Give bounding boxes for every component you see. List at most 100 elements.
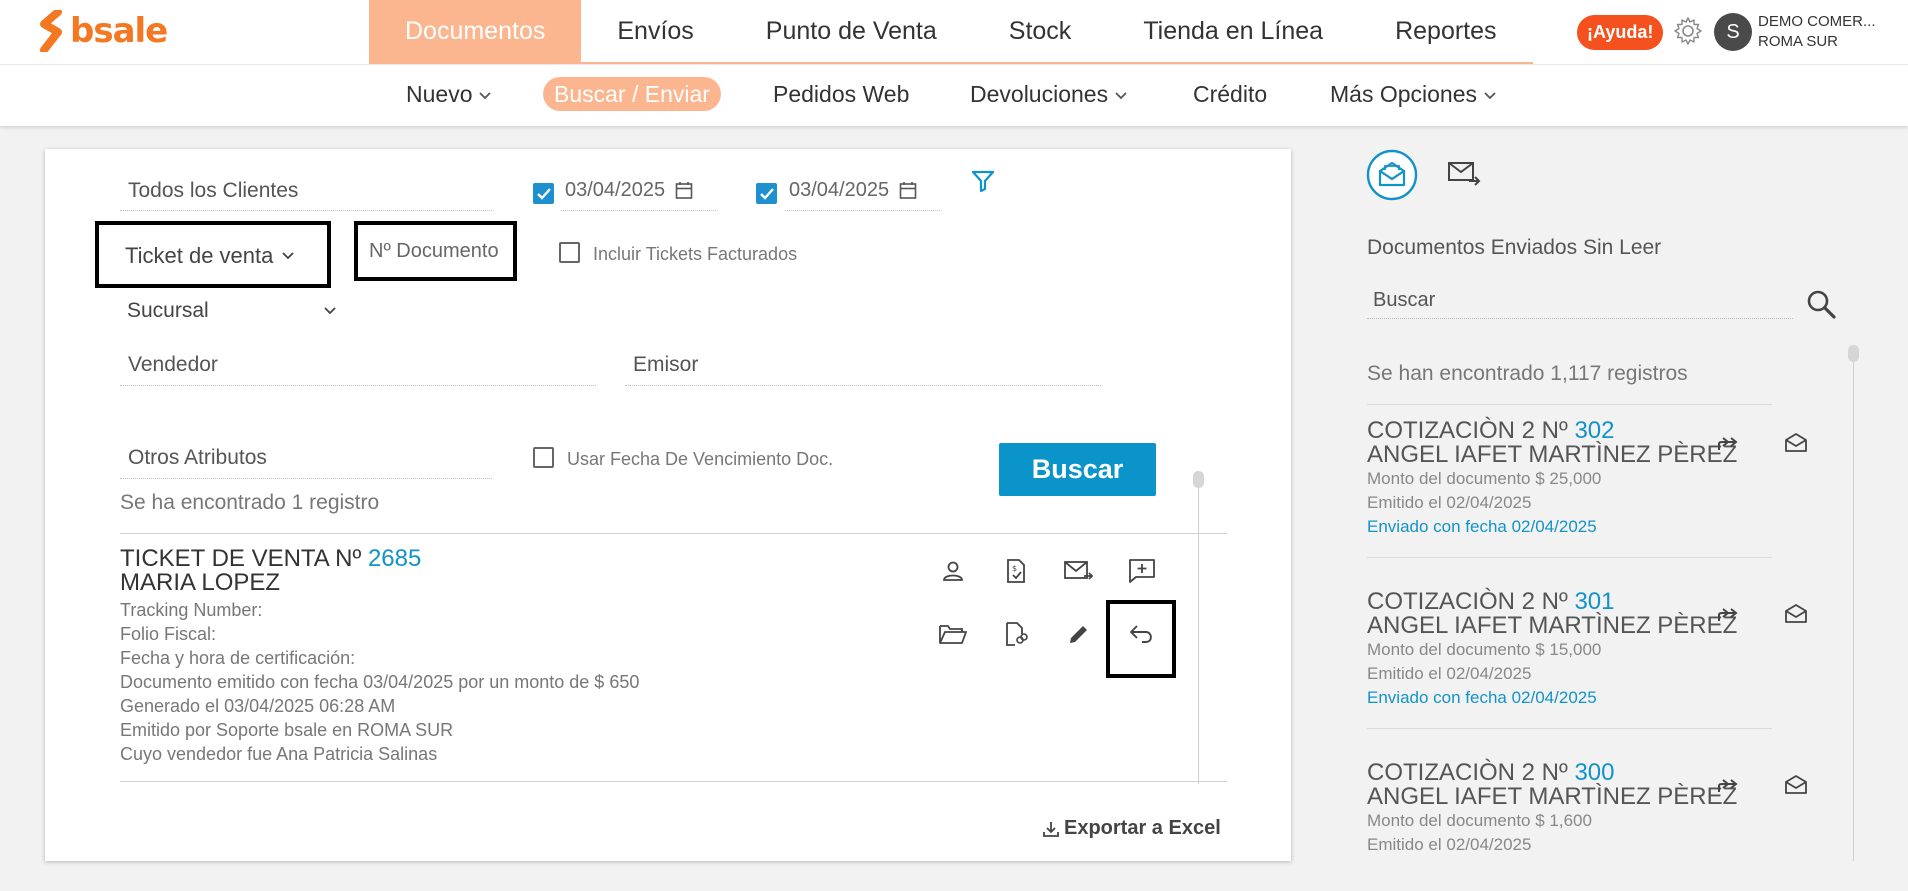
check-icon: [759, 187, 774, 200]
chevron-down-icon: [324, 307, 336, 315]
export-excel-button[interactable]: Exportar a Excel: [1042, 817, 1221, 840]
item-issued: Emitido el 02/04/2025: [1367, 493, 1532, 512]
mail-open-icon[interactable]: [1784, 603, 1808, 625]
use-due-date-checkbox[interactable]: [533, 447, 554, 468]
nav-tienda-en-linea[interactable]: Tienda en Línea: [1107, 0, 1359, 62]
issuer-field[interactable]: Emisor: [625, 353, 1101, 386]
item-client: ANGEL IAFET MARTÌNEZ PÈREZ: [1367, 612, 1738, 639]
search-panel: Todos los Clientes 03/04/2025 03/04/2025…: [45, 149, 1291, 861]
doc-number-input[interactable]: Nº Documento: [354, 221, 517, 281]
sub-nav: Nuevo Buscar / Enviar Pedidos Web Devolu…: [0, 64, 1908, 126]
help-button[interactable]: ¡Ayuda!: [1577, 15, 1664, 50]
filter-icon[interactable]: [971, 169, 995, 193]
add-comment-icon[interactable]: [1122, 551, 1162, 591]
download-icon: [1043, 821, 1059, 837]
forward-icon[interactable]: [1717, 430, 1747, 454]
user-avatar[interactable]: S: [1714, 13, 1752, 51]
return-undo-icon[interactable]: [1122, 614, 1162, 654]
nav-documentos[interactable]: Documentos: [369, 0, 582, 62]
nav-stock[interactable]: Stock: [973, 0, 1108, 62]
clients-field[interactable]: Todos los Clientes: [120, 179, 492, 211]
results-scrollbar[interactable]: [1198, 471, 1199, 784]
subnav-credito[interactable]: Crédito: [1193, 77, 1267, 111]
subnav-nuevo[interactable]: Nuevo: [406, 77, 492, 111]
doc-generated: Generado el 03/04/2025 06:28 AM: [120, 696, 396, 716]
item-title-text: COTIZACIÒN 2 Nº: [1367, 759, 1568, 786]
subnav-devoluciones[interactable]: Devoluciones: [970, 77, 1128, 111]
doc-tracking: Tracking Number:: [120, 600, 263, 620]
doc-number-placeholder: Nº Documento: [369, 240, 499, 262]
calendar-icon: [675, 182, 693, 199]
list-item[interactable]: COTIZACIÒN 2 Nº 302 ANGEL IAFET MARTÌNEZ…: [1367, 419, 1772, 539]
mail-open-icon[interactable]: [1784, 432, 1808, 454]
edit-pencil-icon[interactable]: [1059, 614, 1099, 654]
sent-mail-tab-icon[interactable]: [1447, 160, 1481, 188]
forward-icon[interactable]: [1717, 772, 1747, 796]
scrollbar-thumb[interactable]: [1193, 471, 1204, 488]
branch-select[interactable]: Sucursal: [127, 299, 337, 323]
item-client: ANGEL IAFET MARTÌNEZ PÈREZ: [1367, 441, 1738, 468]
results-bottom-divider: [120, 781, 1227, 782]
top-bar: bsale Documentos Envíos Punto de Venta S…: [0, 0, 1908, 64]
item-amount: Monto del documento $ 1,600: [1367, 811, 1592, 830]
doc-details: Tracking Number: Folio Fiscal: Fecha y h…: [120, 598, 639, 766]
forward-icon[interactable]: [1717, 601, 1747, 625]
nav-reportes[interactable]: Reportes: [1359, 0, 1532, 62]
chevron-down-icon: [1115, 92, 1127, 100]
subnav-devoluciones-label: Devoluciones: [970, 80, 1109, 107]
date-to-field[interactable]: 03/04/2025: [789, 179, 917, 202]
date-from-checkbox[interactable]: [533, 183, 554, 204]
item-sent: Enviado con fecha 02/04/2025: [1367, 517, 1597, 536]
right-scrollbar[interactable]: [1853, 345, 1854, 861]
client-user-icon[interactable]: [933, 551, 973, 591]
other-attributes-field[interactable]: Otros Atributos: [120, 446, 492, 479]
doc-certification: Fecha y hora de certificación:: [120, 648, 356, 668]
search-icon[interactable]: [1806, 289, 1836, 319]
doc-title[interactable]: TICKET DE VENTA Nº 2685: [120, 547, 421, 571]
calendar-icon: [899, 182, 917, 199]
doc-number[interactable]: 2685: [368, 545, 421, 572]
item-title-text: COTIZACIÒN 2 Nº: [1367, 588, 1568, 615]
use-due-date-label: Usar Fecha De Vencimiento Doc.: [567, 449, 834, 469]
results-divider: [120, 533, 1227, 534]
settings-gear-icon[interactable]: [1672, 15, 1704, 47]
doc-issued-amount: Documento emitido con fecha 03/04/2025 p…: [120, 672, 640, 692]
subnav-mas-opciones[interactable]: Más Opciones: [1330, 77, 1497, 111]
date-from-underline: [561, 210, 716, 211]
right-scrollbar-thumb[interactable]: [1848, 345, 1859, 362]
date-from-field[interactable]: 03/04/2025: [565, 179, 693, 202]
branch-name: ROMA SUR: [1758, 33, 1839, 50]
folder-open-icon[interactable]: [933, 614, 973, 654]
nav-envios[interactable]: Envíos: [581, 0, 729, 62]
list-item[interactable]: COTIZACIÒN 2 Nº 301 ANGEL IAFET MARTÌNEZ…: [1367, 590, 1772, 710]
item-sent: Enviado con fecha 02/04/2025: [1367, 688, 1597, 707]
right-search-input[interactable]: Buscar: [1367, 289, 1793, 319]
list-item[interactable]: COTIZACIÒN 2 Nº 300 ANGEL IAFET MARTÌNEZ…: [1367, 761, 1772, 857]
item-number[interactable]: 300: [1574, 759, 1614, 786]
nav-punto-de-venta[interactable]: Punto de Venta: [730, 0, 973, 62]
check-icon: [536, 187, 551, 200]
send-email-icon[interactable]: [1059, 551, 1099, 591]
document-link-icon[interactable]: [996, 614, 1036, 654]
doc-type-select[interactable]: Ticket de venta: [95, 221, 331, 288]
subnav-buscar-enviar[interactable]: Buscar / Enviar: [543, 77, 721, 111]
svg-text:$: $: [1012, 564, 1017, 573]
main-nav: Documentos Envíos Punto de Venta Stock T…: [369, 0, 1533, 64]
item-number[interactable]: 301: [1574, 588, 1614, 615]
document-check-icon[interactable]: $: [996, 551, 1036, 591]
results-count: Se ha encontrado 1 registro: [120, 491, 380, 514]
item-title: COTIZACIÒN 2 Nº 300: [1367, 761, 1772, 785]
chevron-down-icon: [479, 92, 492, 100]
item-number[interactable]: 302: [1574, 417, 1614, 444]
seller-field[interactable]: Vendedor: [120, 353, 596, 386]
unread-mail-tab-icon[interactable]: [1366, 149, 1418, 201]
user-info[interactable]: DEMO COMER... ROMA SUR: [1758, 12, 1876, 52]
bsale-logo[interactable]: bsale: [38, 10, 168, 52]
doc-issued-by: Emitido por Soporte bsale en ROMA SUR: [120, 720, 454, 740]
search-button[interactable]: Buscar: [999, 443, 1156, 496]
doc-folio: Folio Fiscal:: [120, 624, 217, 644]
include-invoiced-checkbox[interactable]: [559, 242, 580, 263]
date-to-checkbox[interactable]: [756, 183, 777, 204]
subnav-pedidos-web[interactable]: Pedidos Web: [773, 77, 909, 111]
mail-open-icon[interactable]: [1784, 774, 1808, 796]
